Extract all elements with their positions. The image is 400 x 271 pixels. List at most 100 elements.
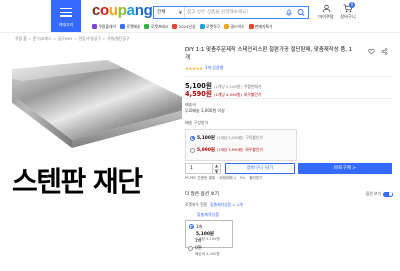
- option-card-alt-unit: 배송비 3,000원: [195, 252, 220, 256]
- cart-count-badge: 0: [349, 2, 355, 8]
- quicklink[interactable]: 로켓프레시: [144, 23, 168, 30]
- category-menu-label: 카테고리: [58, 22, 74, 27]
- option-card-header: 맞춤제작상품: [197, 212, 220, 217]
- quicklink[interactable]: 로켓배송: [119, 23, 141, 30]
- share-icon[interactable]: [381, 48, 388, 55]
- chevron-down-icon: ▼: [178, 10, 182, 15]
- coupang-logo[interactable]: coupang: [92, 2, 153, 19]
- option-tag: 구독할인가: [245, 135, 263, 140]
- quicklink-icon: [92, 24, 97, 29]
- logo-letter: u: [108, 2, 118, 19]
- option-select-box: 5,100원 (1개당 5,100원) 구독할인가 5,990원 (1개당 5,…: [185, 129, 297, 161]
- logo-letter: a: [126, 2, 135, 19]
- sale-price-row: 4,590원 (1개당 4,590원) 와우할인가: [185, 88, 261, 98]
- benefit-item: 쿠페이머니: [219, 176, 236, 180]
- quicklink[interactable]: 골드박스: [224, 23, 245, 30]
- more-options-toggle[interactable]: 옵션 보기: [366, 191, 393, 197]
- quicklink[interactable]: 2024신상: [172, 23, 196, 30]
- breadcrumb-item[interactable]: 가위/절단공구: [107, 36, 129, 41]
- radio-selected-icon[interactable]: [190, 135, 195, 141]
- breadcrumb-separator: >: [28, 36, 32, 41]
- logo-letter: o: [100, 2, 109, 19]
- option-row-subscribe[interactable]: 5,100원 (1개당 5,100원) 구독할인가: [190, 135, 263, 141]
- quicklink[interactable]: 쿠팡플레이: [92, 23, 116, 30]
- option-label: 배송 구성방식: [185, 120, 209, 125]
- quicklink-icon: [144, 24, 150, 29]
- shipping-value: 무료배송 3,000원 이상: [185, 108, 225, 113]
- quicklink-icon: [119, 24, 125, 29]
- radio-icon[interactable]: [188, 246, 193, 251]
- option-price: 5,100원: [197, 136, 215, 141]
- quicklink-label: 로켓직구: [206, 23, 221, 29]
- category-menu-button[interactable]: 카테고리: [51, 0, 81, 32]
- logo-letter: p: [117, 2, 127, 19]
- header-divider: [0, 32, 400, 33]
- option-card-alt[interactable]: 1개 0원 배송비 3,000원: [185, 238, 245, 268]
- cart-link[interactable]: 0 장바구니: [338, 2, 358, 20]
- person-icon: [322, 4, 330, 13]
- quicklink-icon: [248, 24, 254, 29]
- option-unit: (1개당 5,990원): [216, 147, 244, 152]
- add-to-cart-button[interactable]: 장바구니 담기: [225, 163, 295, 174]
- product-image-caption: 스텐판 재단: [12, 165, 143, 198]
- breadcrumb-item[interactable]: 공구/DIY: [58, 36, 73, 41]
- breadcrumb-item[interactable]: 전동/수동공구: [79, 36, 101, 41]
- seller-tag: 로켓와우 전용: [185, 202, 208, 207]
- quicklink-label: 골드박스: [230, 23, 245, 29]
- option-card-alt-price: 0원: [195, 246, 202, 251]
- benefit-item: 할인받기: [249, 176, 263, 180]
- logo-letter: n: [134, 2, 144, 19]
- review-count-link[interactable]: 3개 상품평: [205, 65, 224, 71]
- quicklink-label: 쿠팡플레이: [98, 23, 116, 29]
- breadcrumb-item[interactable]: 쿠팡 홈: [15, 36, 27, 41]
- radio-icon[interactable]: [190, 147, 195, 153]
- breadcrumb: 쿠팡 홈 > 문구/오피스 > 공구/DIY > 전동/수동공구 > 가위/절단공구: [15, 36, 129, 42]
- product-image[interactable]: 스텐판 재단: [12, 48, 182, 271]
- option-unit: (1개당 5,100원): [216, 135, 244, 140]
- product-title: DIY 1:1 맞춤주문제작 스테인리스판 철판가공 절단판매, 맞춤재작성 품…: [185, 47, 353, 62]
- quicklink-icon: [172, 24, 178, 29]
- quantity-value[interactable]: 1: [186, 164, 212, 173]
- search-input[interactable]: [187, 7, 285, 18]
- more-options-toggle-label: 옵션 보기: [365, 191, 381, 196]
- sale-price: 4,590원: [185, 90, 212, 98]
- option-price: 5,990원: [197, 148, 215, 153]
- mycoupang-label: 마이쿠팡: [318, 14, 334, 19]
- seller-option[interactable]: 맞춤제작상품 > 1개: [210, 202, 242, 208]
- steel-plate-illustration: [12, 60, 182, 148]
- divider: [185, 76, 393, 77]
- quicklink[interactable]: 로켓직구: [199, 23, 221, 30]
- cart-label: 장바구니: [340, 14, 356, 19]
- rating-row[interactable]: ★★★★★ 3개 상품평: [185, 65, 223, 71]
- quicklink-label: 로켓프레시: [150, 23, 169, 29]
- search-category-select[interactable]: 전체 ▼: [154, 7, 185, 18]
- microphone-icon[interactable]: [285, 9, 293, 17]
- divider: [185, 98, 393, 99]
- breadcrumb-item[interactable]: 문구/오피스: [33, 36, 52, 41]
- heart-icon[interactable]: [368, 48, 375, 55]
- logo-letter: c: [92, 2, 101, 19]
- buy-now-button[interactable]: 바로구매 >: [298, 163, 392, 174]
- quantity-decrease-icon[interactable]: ▼: [213, 168, 220, 175]
- quicklink-label: 판매자특가: [255, 23, 273, 29]
- quicklinks-bar: 쿠팡플레이 로켓배송 로켓프레시 2024신상 로켓직구 골드박스 판매자특가: [92, 23, 273, 30]
- toggle-switch[interactable]: [383, 191, 393, 197]
- option-tag: 와우할인가: [245, 147, 263, 152]
- benefit-item: 5%: [239, 176, 246, 180]
- benefits-row: PC카드 간편한 결제 쿠페이머니 5% 할인받기: [185, 176, 263, 181]
- breadcrumb-separator: >: [73, 36, 78, 41]
- seller-row: 로켓와우 전용 맞춤제작상품 > 1개: [185, 202, 243, 208]
- option-card-name: 1개: [196, 224, 203, 229]
- mycoupang-link[interactable]: 마이쿠팡: [316, 4, 336, 20]
- quicklink-label: 로켓배송: [126, 23, 141, 29]
- rating-stars: ★★★★★: [185, 65, 203, 71]
- quicklink[interactable]: 판매자특가: [248, 23, 273, 30]
- search-icon[interactable]: [295, 8, 307, 17]
- option-card-alt-name: 1개: [195, 238, 202, 243]
- option-row-wow[interactable]: 5,990원 (1개당 5,990원) 와우할인가: [190, 147, 263, 153]
- quantity-stepper[interactable]: 1 ▲ ▼: [185, 163, 221, 174]
- radio-selected-icon[interactable]: [189, 224, 194, 229]
- breadcrumb-separator: >: [102, 36, 106, 41]
- more-options-row: 더 많은 옵션 보기 옵션 보기: [185, 191, 393, 199]
- quicklink-icon: [224, 24, 230, 29]
